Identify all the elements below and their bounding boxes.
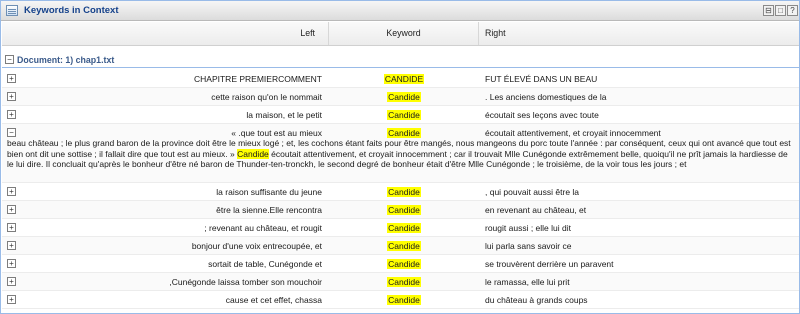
document-group-header[interactable]: − Document: 1) chap1.txt [2,52,799,68]
expanded-context: beau château ; le plus grand baron de la… [7,138,795,170]
expand-icon[interactable]: + [7,74,16,83]
keyword-cell: Candide [329,91,479,103]
table-row[interactable]: + ; revenant au château, et rougit Candi… [2,219,799,237]
table-row[interactable]: + la maison, et le petit Candide écoutai… [2,106,799,124]
right-context: , qui pouvait aussi être la [485,187,580,197]
keyword-highlight: Candide [387,277,421,287]
keyword-cell: Candide [329,294,479,306]
keyword-highlight: Candide [387,92,421,102]
keyword-highlight: Candide [387,295,421,305]
keyword-highlight: CANDIDE [383,74,425,84]
keyword-highlight: Candide [387,223,421,233]
left-context: sortait de table, Cunégonde et [208,259,322,269]
keyword-highlight: Candide [387,187,421,197]
keyword-highlight: Candide [387,128,421,138]
context-keyword-highlight: Candide [237,148,269,159]
right-context: du château à grands coups [485,295,588,305]
expand-icon[interactable]: + [7,295,16,304]
keyword-highlight: Candide [387,110,421,120]
keyword-highlight: Candide [387,205,421,215]
expand-icon[interactable]: + [7,187,16,196]
left-context: la maison, et le petit [246,110,322,120]
right-context: en revenant au château, et [485,205,587,215]
kwic-rows: + CHAPITRE PREMIERCOMMENT CANDIDE FUT ÉL… [2,70,799,309]
left-context: la raison suffisante du jeune [216,187,322,197]
minimize-icon[interactable]: ⊟ [763,5,774,16]
table-row[interactable]: + bonjour d'une voix entrecoupée, et Can… [2,237,799,255]
right-context: . Les anciens domestiques de la [485,92,607,102]
panel-titlebar: Keywords in Context ⊟ □ ? [1,1,799,21]
expand-icon[interactable]: + [7,92,16,101]
keyword-highlight: Candide [387,259,421,269]
collapse-row-icon[interactable]: − [7,128,16,137]
right-context: le ramassa, elle lui prit [485,277,570,287]
table-row[interactable]: + la raison suffisante du jeune Candide … [2,183,799,201]
expand-icon[interactable]: + [7,223,16,232]
keyword-cell: CANDIDE [329,73,479,85]
keyword-cell: Candide [329,186,479,198]
keyword-cell: Candide [329,109,479,121]
expand-icon[interactable]: + [7,277,16,286]
left-context: bonjour d'une voix entrecoupée, et [191,241,322,251]
expand-icon[interactable]: + [7,241,16,250]
keyword-cell: Candide [329,222,479,234]
table-row-expanded[interactable]: − « .que tout est au mieux Candide écout… [2,124,799,183]
table-row[interactable]: + ,Cunégonde laissa tomber son mouchoir … [2,273,799,291]
left-context: être la sienne.Elle rencontra [216,205,322,215]
table-icon [6,5,18,16]
table-row[interactable]: + cette raison qu'on le nommait Candide … [2,88,799,106]
keyword-cell: Candide [329,258,479,270]
left-context: ,Cunégonde laissa tomber son mouchoir [169,277,322,287]
keyword-cell: Candide [329,204,479,216]
expand-icon[interactable]: + [7,110,16,119]
expand-icon[interactable]: + [7,259,16,268]
expand-icon[interactable]: + [7,205,16,214]
column-header-left[interactable]: Left [2,22,329,45]
kwic-panel: Keywords in Context ⊟ □ ? Left Keyword R… [0,0,800,314]
table-row[interactable]: + sortait de table, Cunégonde et Candide… [2,255,799,273]
left-context: ; revenant au château, et rougit [204,223,322,233]
right-context: FUT ÉLEVÉ DANS UN BEAU [485,74,598,84]
maximize-icon[interactable]: □ [775,5,786,16]
left-context: CHAPITRE PREMIERCOMMENT [194,74,322,84]
left-context: cause et cet effet, chassa [225,295,322,305]
table-row[interactable]: + cause et cet effet, chassa Candide du … [2,291,799,309]
table-row[interactable]: + être la sienne.Elle rencontra Candide … [2,201,799,219]
document-group-label: Document: 1) chap1.txt [17,55,115,65]
right-context: rougit aussi ; elle lui dit [485,223,571,233]
right-context: écoutait ses leçons avec toute [485,110,599,120]
right-context: se trouvèrent derrière un paravent [485,259,614,269]
right-context: lui parla sans savoir ce [485,241,572,251]
keyword-highlight: Candide [387,241,421,251]
panel-title: Keywords in Context [24,5,119,16]
help-icon[interactable]: ? [787,5,798,16]
column-header-right[interactable]: Right [479,22,799,45]
collapse-icon[interactable]: − [5,55,14,64]
left-context: cette raison qu'on le nommait [211,92,322,102]
column-header-keyword[interactable]: Keyword [329,22,479,45]
keyword-cell: Candide [329,276,479,288]
table-row[interactable]: + CHAPITRE PREMIERCOMMENT CANDIDE FUT ÉL… [2,70,799,88]
grid-header: Left Keyword Right [2,22,799,46]
keyword-cell: Candide [329,240,479,252]
